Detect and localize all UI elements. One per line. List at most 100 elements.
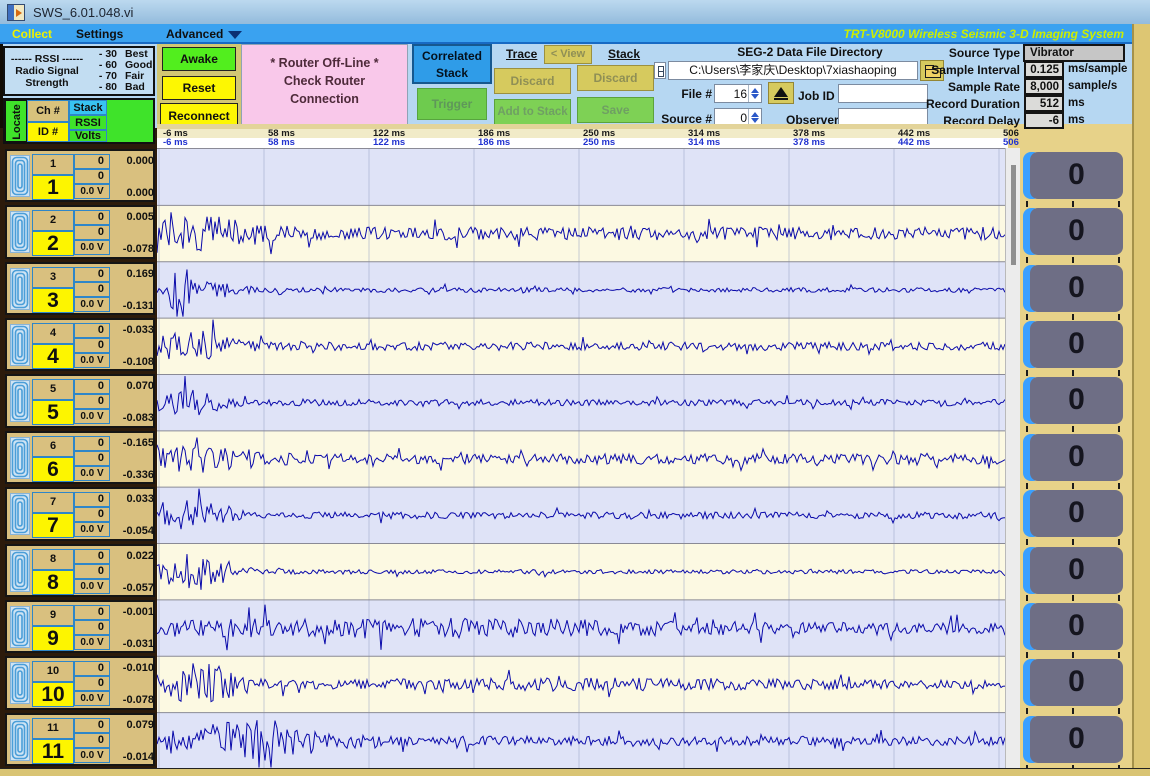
acq-label: Source Type <box>880 46 1020 60</box>
locate-button[interactable] <box>10 719 30 761</box>
increment-icon[interactable] <box>751 112 759 117</box>
vertical-scrollbar[interactable] <box>1005 148 1020 768</box>
channel-id[interactable]: 10 <box>32 682 74 707</box>
channel-rssi: 0 <box>74 338 110 353</box>
channel-id[interactable]: 8 <box>32 570 74 595</box>
locate-button[interactable] <box>10 324 30 366</box>
increment-icon[interactable] <box>751 88 759 93</box>
stack-count-value: 0 <box>1030 603 1123 650</box>
trace-heading: Trace <box>506 47 537 61</box>
stack-count-value: 0 <box>1030 377 1123 424</box>
channel-block-5: 5 5 0 0 0.0 V 0.070 -0.083 <box>5 374 155 427</box>
file-number-label: File # <box>668 87 712 101</box>
slider-tick <box>1072 201 1074 207</box>
channel-stack-count: 0 <box>74 436 110 451</box>
channel-volts: 0.0 V <box>74 240 110 255</box>
channel-number: 9 <box>32 605 74 626</box>
reset-button[interactable]: Reset <box>162 76 236 100</box>
channel-id[interactable]: 1 <box>32 175 74 200</box>
channel-block-2: 2 2 0 0 0.0 V 0.005 -0.078 <box>5 205 155 258</box>
stack-count-display-ch7: 0 <box>1023 490 1123 537</box>
slider-tick <box>1118 314 1120 320</box>
right-edge-strip <box>1132 24 1150 776</box>
channel-id[interactable]: 9 <box>32 626 74 651</box>
locate-button[interactable] <box>10 662 30 704</box>
save-button[interactable]: Save <box>577 97 654 123</box>
channel-block-3: 3 3 0 0 0.0 V 0.169 -0.131 <box>5 262 155 315</box>
channel-volts: 0.0 V <box>74 297 110 312</box>
menu-collect[interactable]: Collect <box>12 27 52 41</box>
locate-button[interactable] <box>10 493 30 535</box>
channel-max-value: 0.022 <box>111 550 154 562</box>
channel-id[interactable]: 6 <box>32 457 74 482</box>
menu-advanced[interactable]: Advanced <box>166 27 242 41</box>
channel-id[interactable]: 3 <box>32 288 74 313</box>
file-number-value: 16 <box>734 87 747 101</box>
decrement-icon[interactable] <box>751 94 759 99</box>
slider-tick <box>1118 257 1120 263</box>
slider-tick <box>1026 708 1028 714</box>
channel-min-value: -0.336 <box>111 469 154 481</box>
job-id-label: Job ID <box>798 89 836 103</box>
locate-coil-icon <box>11 212 29 252</box>
stack-heading: Stack <box>608 47 640 61</box>
channel-min-value: -0.054 <box>111 525 154 537</box>
view-button[interactable]: < View <box>544 45 592 64</box>
trigger-button[interactable]: Trigger <box>417 88 487 120</box>
channel-max-value: -0.165 <box>111 437 154 449</box>
scrollbar-thumb[interactable] <box>1011 165 1016 265</box>
awake-button[interactable]: Awake <box>162 47 236 71</box>
channel-stack-count: 0 <box>74 661 110 676</box>
discard-trace-button[interactable]: Discard <box>494 68 571 94</box>
channel-min-value: -0.078 <box>111 694 154 706</box>
locate-coil-icon <box>11 663 29 703</box>
source-number-value: 0 <box>740 111 747 125</box>
channel-number: 11 <box>32 718 74 739</box>
slider-tick <box>1118 370 1120 376</box>
discard-stack-button[interactable]: Discard <box>577 65 654 91</box>
header-ch: Ch # <box>27 100 69 122</box>
locate-button[interactable] <box>10 380 30 422</box>
channel-volts: 0.0 V <box>74 353 110 368</box>
file-increment-button[interactable] <box>768 82 794 104</box>
channel-number: 1 <box>32 154 74 175</box>
file-number-spinner[interactable]: 16 <box>714 84 762 103</box>
axis-tick-label: 442 ms <box>898 137 930 148</box>
locate-coil-icon <box>11 156 29 196</box>
stack-count-value: 0 <box>1030 152 1123 199</box>
slider-tick <box>1026 652 1028 658</box>
channel-max-value: 0.000 <box>111 155 154 167</box>
add-to-stack-button[interactable]: Add to Stack <box>494 99 571 125</box>
locate-button[interactable] <box>10 211 30 253</box>
channel-id[interactable]: 2 <box>32 231 74 256</box>
menu-settings[interactable]: Settings <box>76 27 123 41</box>
router-button-column: Awake Reset Reconnect <box>157 44 241 128</box>
slider-tick <box>1072 652 1074 658</box>
channel-number: 8 <box>32 549 74 570</box>
channel-stack-count: 0 <box>74 267 110 282</box>
axis-tick-label: 122 ms <box>373 137 405 148</box>
slider-tick <box>1026 483 1028 489</box>
stack-count-column: 0 0 0 0 0 0 0 0 0 0 0 <box>1020 148 1132 768</box>
channel-id[interactable]: 11 <box>32 739 74 764</box>
slider-tick <box>1118 483 1120 489</box>
locate-button[interactable] <box>10 437 30 479</box>
locate-button[interactable] <box>10 606 30 648</box>
locate-button[interactable] <box>10 550 30 592</box>
channel-number: 10 <box>32 661 74 682</box>
locate-coil-icon <box>11 551 29 591</box>
channel-id[interactable]: 5 <box>32 400 74 425</box>
channel-max-value: 0.079 <box>111 719 154 731</box>
chevron-down-icon <box>228 31 242 39</box>
channel-block-10: 10 10 0 0 0.0 V -0.010 -0.078 <box>5 656 155 709</box>
channel-id[interactable]: 7 <box>32 513 74 538</box>
slider-tick <box>1072 426 1074 432</box>
decrement-icon[interactable] <box>751 118 759 123</box>
locate-button[interactable] <box>10 268 30 310</box>
locate-button[interactable] <box>10 155 30 197</box>
axis-tick-label: 378 ms <box>793 137 825 148</box>
channel-id[interactable]: 4 <box>32 344 74 369</box>
slider-tick <box>1026 257 1028 263</box>
seismic-trace-plot <box>157 148 1005 768</box>
channel-stack-count: 0 <box>74 379 110 394</box>
